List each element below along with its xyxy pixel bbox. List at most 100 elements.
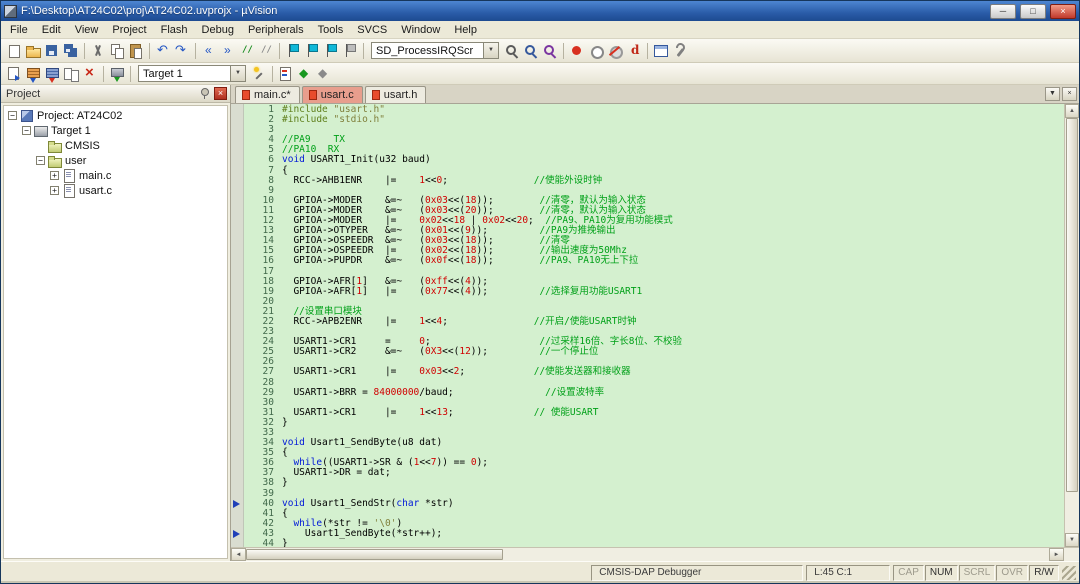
tab-usart-c[interactable]: usart.c [302, 86, 363, 103]
manage-run-time-environment-icon[interactable] [296, 65, 314, 83]
menu-view[interactable]: View [68, 22, 106, 38]
resize-grip[interactable] [1062, 566, 1076, 580]
target-options-wand-icon[interactable] [250, 65, 268, 83]
code-content[interactable]: 1#include "usart.h"2#include "stdio.h"34… [244, 105, 1064, 547]
undo-icon[interactable] [154, 42, 172, 60]
start-debug-session-icon[interactable] [625, 42, 643, 60]
code-line[interactable]: 6void USART1_Init(u32 baud) [244, 155, 1064, 165]
menu-peripherals[interactable]: Peripherals [241, 22, 311, 38]
target-select-combo[interactable]: Target 1 ▼ [138, 65, 246, 82]
menu-svcs[interactable]: SVCS [350, 22, 394, 38]
bookmark-next-icon[interactable] [322, 42, 340, 60]
close-panel-icon[interactable]: × [214, 87, 227, 100]
menu-window[interactable]: Window [394, 22, 447, 38]
paste-icon[interactable] [127, 42, 145, 60]
chevron-down-icon[interactable]: ▼ [230, 66, 245, 81]
tree-item-cmsis[interactable]: CMSIS [4, 138, 227, 153]
scroll-right-icon[interactable]: ► [1049, 548, 1064, 561]
chevron-down-icon[interactable]: ▼ [483, 43, 498, 58]
maximize-button[interactable]: □ [1020, 4, 1046, 19]
menu-tools[interactable]: Tools [311, 22, 351, 38]
tab-main-c[interactable]: main.c* [235, 86, 300, 103]
menu-help[interactable]: Help [447, 22, 484, 38]
save-icon[interactable] [43, 42, 61, 60]
code-line[interactable]: 22 RCC->APB2ENR |= 1<<4; //开启/使能USART时钟 [244, 317, 1064, 327]
tree-expander[interactable]: − [36, 156, 45, 165]
scroll-down-icon[interactable]: ▼ [1065, 533, 1079, 547]
incremental-find-icon[interactable] [541, 42, 559, 60]
find-icon[interactable] [522, 42, 540, 60]
function-navigator-combo[interactable]: SD_ProcessIRQScr ▼ [371, 42, 499, 59]
code-line[interactable]: 4//PA9 TX [244, 135, 1064, 145]
code-line[interactable]: 2#include "stdio.h" [244, 115, 1064, 125]
horizontal-scrollbar[interactable]: ◄ ► [231, 547, 1079, 561]
bookmark-previous-icon[interactable] [303, 42, 321, 60]
code-line[interactable]: 19 GPIOA->AFR[1] |= (0x77<<(4)); //选择复用功… [244, 287, 1064, 297]
tree-expander[interactable]: − [8, 111, 17, 120]
code-line[interactable]: 8 RCC->AHB1ENR |= 1<<0; //使能外设时钟 [244, 176, 1064, 186]
open-file-icon[interactable] [24, 42, 42, 60]
kill-all-breakpoints-icon[interactable] [606, 42, 624, 60]
save-all-icon[interactable] [62, 42, 80, 60]
scroll-up-icon[interactable]: ▲ [1065, 104, 1079, 118]
code-line[interactable]: 37 USART1->DR = dat; [244, 468, 1064, 478]
title-bar[interactable]: F:\Desktop\AT24C02\proj\AT24C02.uvprojx … [1, 1, 1079, 21]
vertical-scrollbar[interactable]: ▲ ▼ [1064, 104, 1079, 547]
code-line[interactable]: 34void Usart1_SendByte(u8 dat) [244, 438, 1064, 448]
code-editor[interactable]: 1#include "usart.h"2#include "stdio.h"34… [231, 104, 1064, 547]
tree-expander[interactable]: − [22, 126, 31, 135]
outdent-icon[interactable] [200, 42, 218, 60]
code-line[interactable]: 16 GPIOA->PUPDR &=~ (0x0f<<(18)); //PA9、… [244, 256, 1064, 266]
insert-breakpoint-icon[interactable] [568, 42, 586, 60]
code-line[interactable]: 29 USART1->BRR = 84000000/baud; //设置波特率 [244, 388, 1064, 398]
new-file-icon[interactable] [5, 42, 23, 60]
find-in-files-icon[interactable] [503, 42, 521, 60]
batch-build-icon[interactable] [62, 65, 80, 83]
configure-uvision-wrench-icon[interactable] [671, 42, 689, 60]
code-line[interactable]: 27 USART1->CR1 |= 0x03<<2; //使能发送器和接收器 [244, 367, 1064, 377]
menu-flash[interactable]: Flash [154, 22, 195, 38]
tree-expander[interactable]: + [50, 186, 59, 195]
code-line[interactable]: 43 Usart1_SendByte(*str++); [244, 529, 1064, 539]
tree-item-target-1[interactable]: −Target 1 [4, 123, 227, 138]
indent-icon[interactable] [219, 42, 237, 60]
tree-item-main-c[interactable]: +main.c [4, 168, 227, 183]
menu-edit[interactable]: Edit [35, 22, 68, 38]
tab-usart-h[interactable]: usart.h [365, 86, 427, 103]
pack-installer-icon[interactable] [315, 65, 333, 83]
menu-file[interactable]: File [3, 22, 35, 38]
menu-debug[interactable]: Debug [195, 22, 241, 38]
code-line[interactable]: 40void Usart1_SendStr(char *str) [244, 499, 1064, 509]
uncomment-selection-icon[interactable] [257, 42, 275, 60]
tree-item-user[interactable]: −user [4, 153, 227, 168]
tree-item-project-at24c02[interactable]: −Project: AT24C02 [4, 108, 227, 123]
code-line[interactable]: 3 [244, 125, 1064, 135]
tree-item-usart-c[interactable]: +usart.c [4, 183, 227, 198]
bookmark-toggle-icon[interactable] [284, 42, 302, 60]
menu-project[interactable]: Project [105, 22, 153, 38]
scroll-left-icon[interactable]: ◄ [231, 548, 246, 561]
vertical-scroll-thumb[interactable] [1066, 118, 1078, 492]
horizontal-scroll-thumb[interactable] [246, 549, 503, 560]
window-layout-icon[interactable] [652, 42, 670, 60]
horizontal-scroll-track[interactable] [246, 548, 1049, 561]
close-document-icon[interactable]: × [1062, 87, 1077, 101]
stop-build-icon[interactable] [81, 65, 99, 83]
cut-icon[interactable] [89, 42, 107, 60]
pin-icon[interactable] [198, 87, 211, 100]
file-extensions-icon[interactable] [277, 65, 295, 83]
code-line[interactable]: 25 USART1->CR2 &=~ (0X3<<(12)); //一个停止位 [244, 347, 1064, 357]
copy-icon[interactable] [108, 42, 126, 60]
tab-list-dropdown-icon[interactable]: ▼ [1045, 87, 1060, 101]
disable-breakpoint-icon[interactable] [587, 42, 605, 60]
code-line[interactable]: 44} [244, 539, 1064, 547]
code-line[interactable]: 31 USART1->CR1 |= 1<<13; // 使能USART [244, 408, 1064, 418]
bookmark-clear-all-icon[interactable] [341, 42, 359, 60]
close-button[interactable]: × [1050, 4, 1076, 19]
vertical-scroll-track[interactable] [1065, 118, 1079, 533]
minimize-button[interactable]: ─ [990, 4, 1016, 19]
code-line[interactable]: 32} [244, 418, 1064, 428]
download-to-flash-icon[interactable] [108, 65, 126, 83]
code-line[interactable]: 38} [244, 478, 1064, 488]
breakpoint-margin[interactable] [231, 104, 244, 547]
